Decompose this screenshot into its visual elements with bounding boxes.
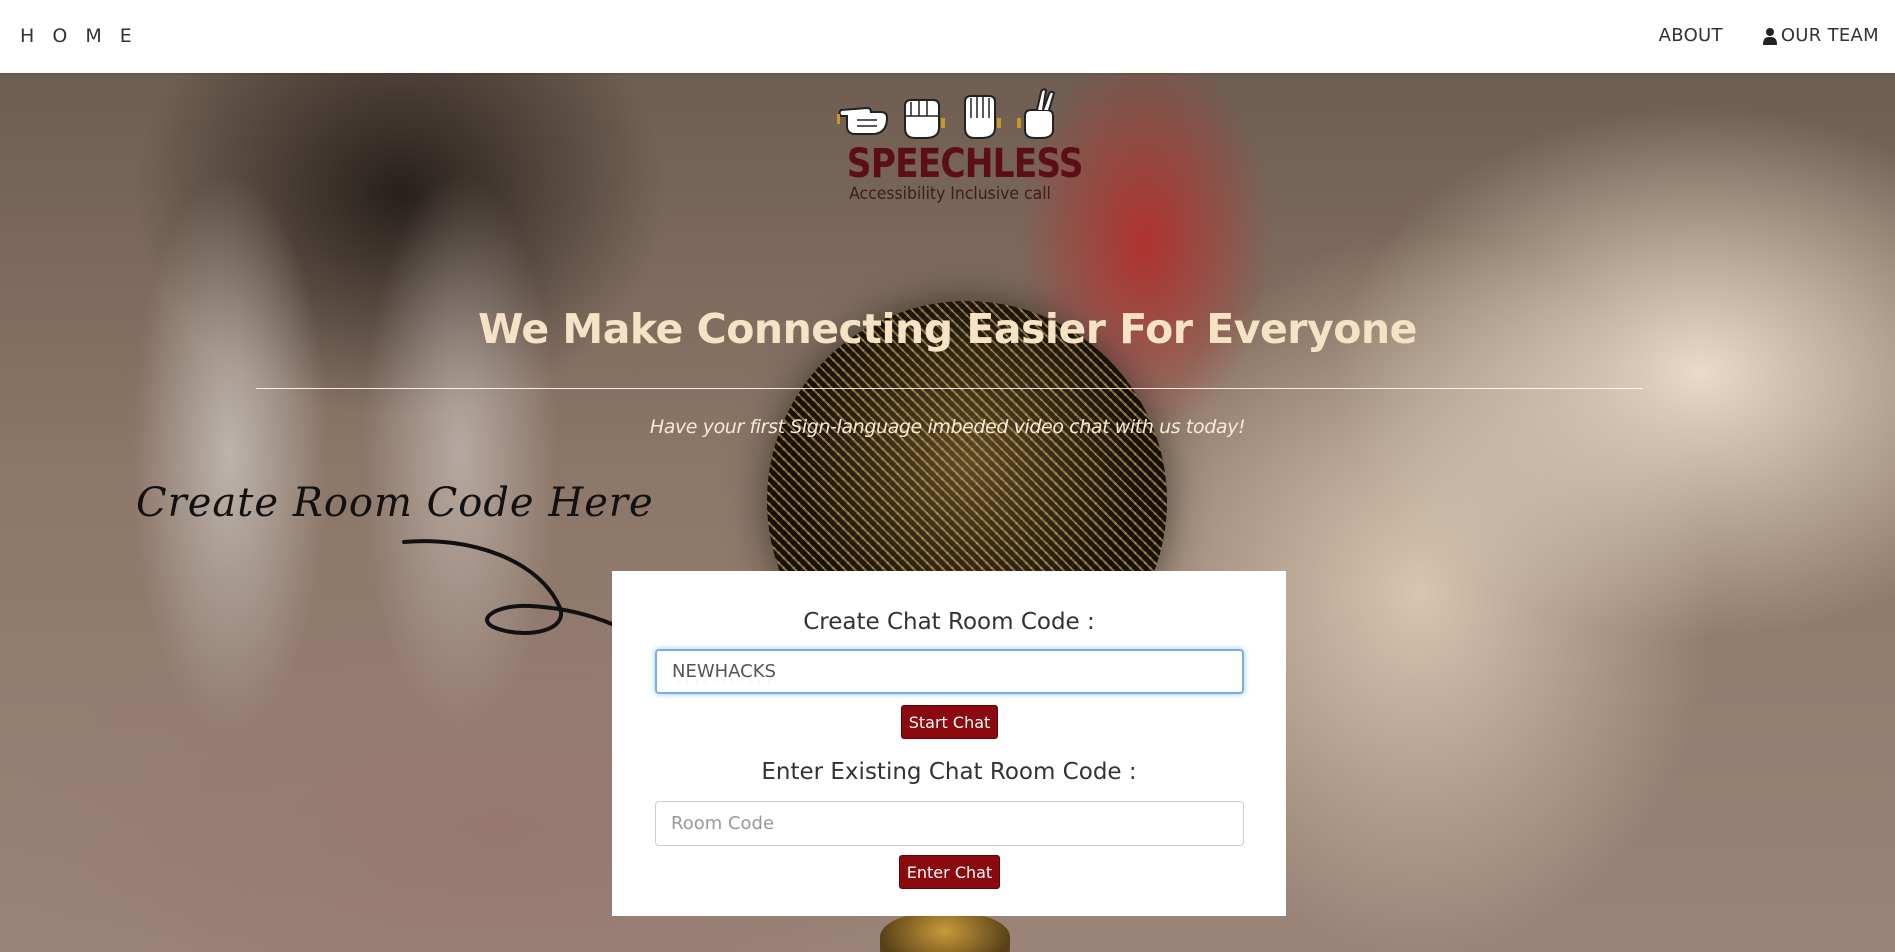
logo-hands	[830, 88, 1070, 146]
hero-divider	[256, 388, 1643, 389]
logo-subtitle: Accessibility Inclusive call	[849, 184, 1051, 204]
nav-right-group: ABOUT OUR TEAM	[1659, 25, 1879, 46]
nav-about-link[interactable]: ABOUT	[1659, 25, 1723, 46]
speechless-logo: SPEECHLESS Accessibility Inclusive call	[830, 88, 1084, 218]
hand-pointing-icon	[837, 106, 889, 135]
handwritten-annotation: Create Room Code Here	[136, 480, 654, 526]
nav-home-link[interactable]: H O M E	[20, 25, 138, 47]
start-chat-button[interactable]: Start Chat	[901, 705, 998, 739]
user-icon	[1762, 27, 1777, 45]
enter-room-code-input[interactable]	[655, 801, 1244, 846]
hero-headline: We Make Connecting Easier For Everyone	[478, 305, 1417, 353]
hand-flat-icon	[964, 95, 1001, 139]
nav-about-label: ABOUT	[1658, 25, 1723, 46]
nav-our-team-link[interactable]: OUR TEAM	[1762, 25, 1879, 46]
create-room-code-input[interactable]	[655, 649, 1244, 694]
enter-chat-button[interactable]: Enter Chat	[899, 855, 1000, 889]
top-navbar: H O M E ABOUT OUR TEAM	[0, 0, 1895, 73]
enter-room-label: Enter Existing Chat Room Code :	[761, 759, 1137, 785]
logo-title: SPEECHLESS	[846, 141, 1084, 187]
nav-our-team-label: OUR TEAM	[1780, 25, 1879, 46]
create-room-label: Create Chat Room Code :	[803, 609, 1095, 635]
microphone-base-image	[880, 913, 1010, 952]
hand-crossed-fingers-icon	[1017, 88, 1056, 139]
chat-room-form-card: Create Chat Room Code : Start Chat Enter…	[612, 571, 1286, 916]
hand-fist-icon	[904, 99, 945, 139]
hero-tagline: Have your first Sign-language imbeded vi…	[649, 416, 1246, 438]
